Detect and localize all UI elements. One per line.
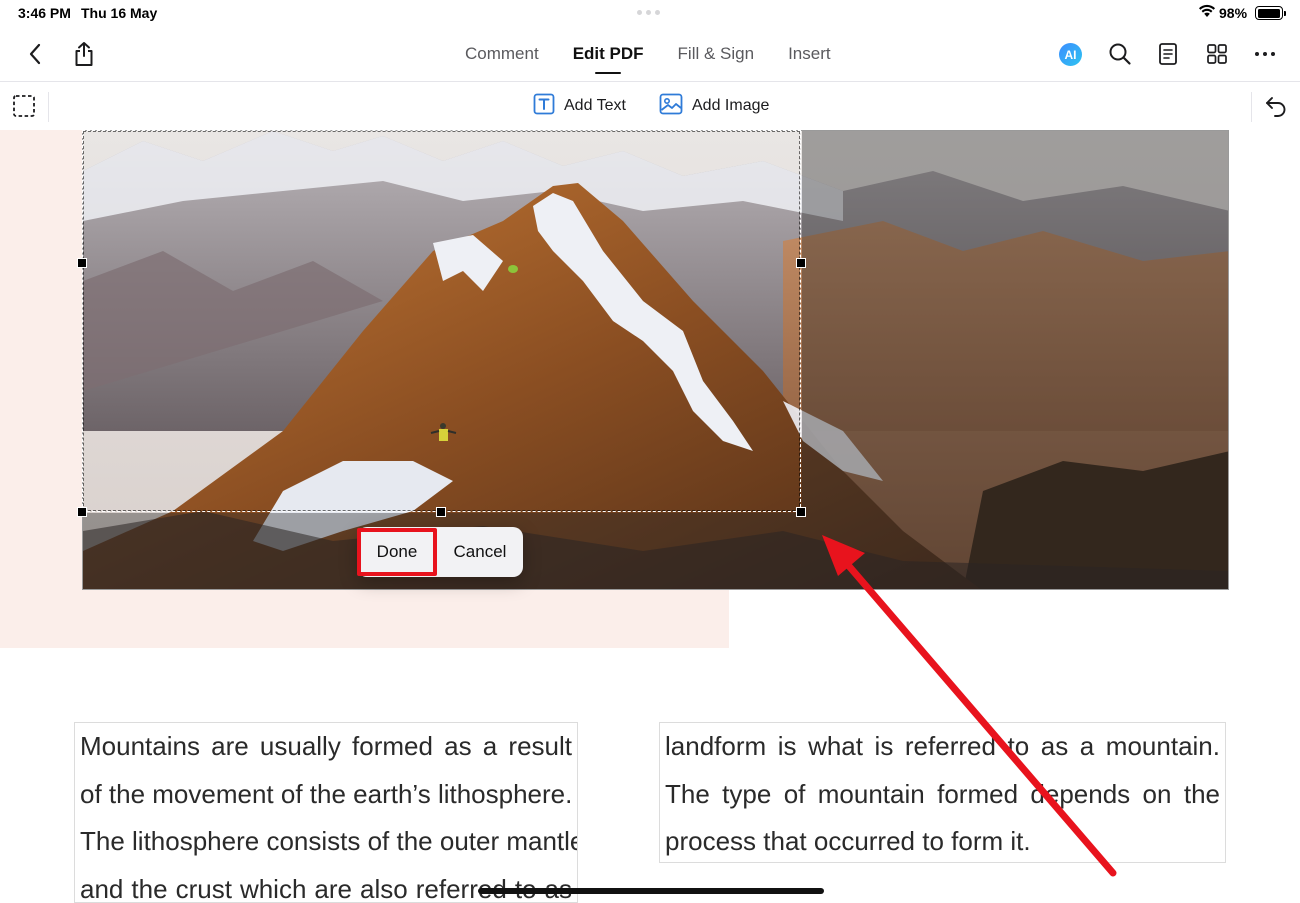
add-text-label: Add Text: [564, 97, 626, 114]
crop-handle-bottom[interactable]: [436, 507, 446, 517]
status-time: 3:46 PM: [18, 5, 71, 21]
back-icon[interactable]: [21, 40, 49, 68]
crop-handle-bottom-right[interactable]: [796, 507, 806, 517]
edit-toolbar: Add Text Add Image: [0, 82, 1300, 130]
crop-dim-overlay-bottom: [83, 513, 1228, 589]
search-icon[interactable]: [1106, 40, 1134, 68]
add-image-button[interactable]: Add Image: [659, 93, 769, 119]
document-icon[interactable]: [1154, 40, 1182, 68]
text-line: Mountains are usually formed as a result: [80, 731, 572, 761]
text-line: The lithosphere consists of the outer ma…: [80, 826, 578, 856]
status-date: Thu 16 May: [81, 5, 158, 21]
toolbar-divider: [48, 92, 49, 122]
text-line: process that occurred to form it.: [665, 826, 1031, 856]
ai-icon[interactable]: AI: [1059, 43, 1082, 66]
active-tab-indicator: [595, 72, 622, 74]
text-block-right[interactable]: landform is what is referred to as a mou…: [659, 722, 1226, 863]
wifi-icon: [1198, 4, 1216, 21]
text-line: The type of mountain formed depends on t…: [665, 778, 1220, 809]
crop-frame[interactable]: [82, 130, 801, 512]
battery-percent: 98%: [1219, 5, 1248, 21]
crop-handle-right[interactable]: [796, 258, 806, 268]
battery-icon: [1255, 6, 1286, 20]
multitasking-dots[interactable]: [637, 10, 663, 15]
toolbar-divider-right: [1251, 92, 1252, 122]
crop-handle-left[interactable]: [77, 258, 87, 268]
tab-edit-pdf[interactable]: Edit PDF: [556, 26, 661, 82]
cancel-button[interactable]: Cancel: [437, 527, 523, 577]
tab-fill-sign[interactable]: Fill & Sign: [661, 26, 772, 82]
text-line: landform is what is referred to as a mou…: [665, 731, 1220, 761]
home-indicator[interactable]: [478, 888, 824, 894]
mode-tabs: Comment Edit PDF Fill & Sign Insert: [448, 26, 848, 82]
done-button[interactable]: Done: [357, 528, 437, 576]
pdf-page: Done Cancel Mountains are usually formed…: [0, 130, 1300, 903]
share-icon[interactable]: [70, 40, 98, 68]
text-line: and the crust which are also referred to…: [80, 873, 572, 903]
more-icon[interactable]: [1251, 40, 1279, 68]
crop-handle-bottom-left[interactable]: [77, 507, 87, 517]
tab-comment[interactable]: Comment: [448, 26, 556, 82]
app-screen: 3:46 PM Thu 16 May 98% Comment Edit PDF …: [0, 0, 1300, 903]
text-block-left[interactable]: Mountains are usually formed as a result…: [74, 722, 578, 903]
grid-icon[interactable]: [1203, 40, 1231, 68]
status-bar: 3:46 PM Thu 16 May 98%: [0, 0, 1300, 26]
text-box-icon: [533, 93, 555, 120]
add-image-label: Add Image: [692, 97, 770, 114]
crop-dim-overlay-right: [802, 131, 1228, 513]
crop-action-menu: Done Cancel: [357, 527, 523, 577]
text-line: of the movement of the earth’s lithosphe…: [80, 778, 573, 809]
add-text-button[interactable]: Add Text: [533, 93, 626, 119]
image-icon: [659, 93, 683, 120]
tab-insert[interactable]: Insert: [771, 26, 848, 82]
top-navigation-bar: Comment Edit PDF Fill & Sign Insert AI: [0, 26, 1300, 82]
selection-icon[interactable]: [12, 94, 36, 118]
undo-icon[interactable]: [1264, 94, 1288, 118]
